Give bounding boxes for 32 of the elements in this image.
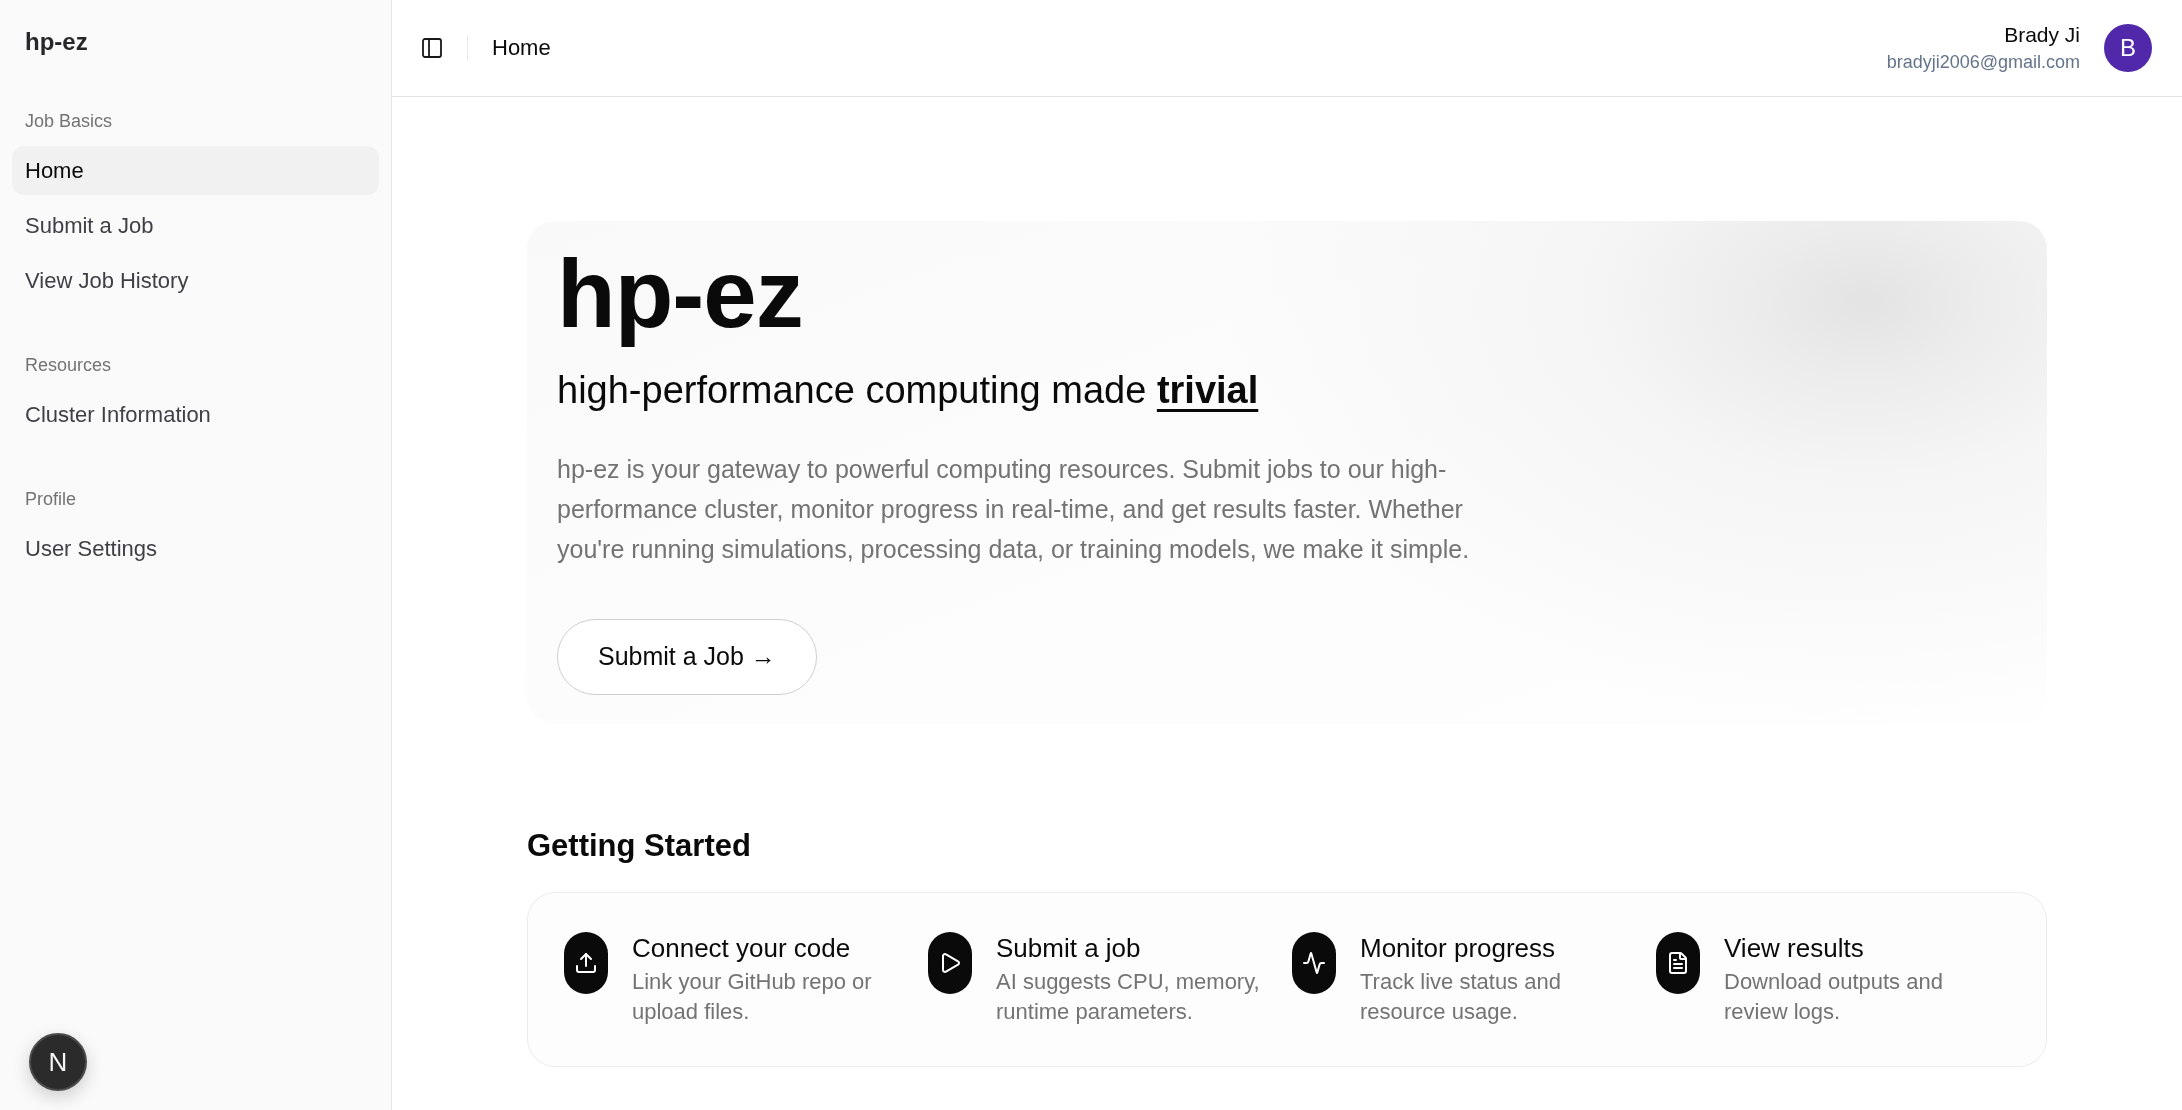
sidebar-toggle-button[interactable] bbox=[420, 36, 444, 60]
sidebar-group-label: Profile bbox=[24, 488, 77, 511]
pulse-line-icon bbox=[1292, 931, 1336, 994]
app-logo: hp-ez bbox=[24, 27, 88, 57]
submit-job-button[interactable]: Submit a Job → bbox=[557, 618, 817, 695]
step-title: View results bbox=[1724, 931, 1864, 964]
step-title: Monitor progress bbox=[1360, 931, 1556, 964]
user-name: Brady Ji bbox=[2004, 23, 2080, 47]
breadcrumb-page: Home bbox=[492, 35, 551, 61]
document-icon bbox=[1656, 931, 1700, 994]
avatar[interactable]: B bbox=[2104, 24, 2152, 72]
hero-title: hp-ez bbox=[557, 241, 803, 347]
user-email: bradyji2006@gmail.com bbox=[1886, 51, 2080, 73]
sidebar-item[interactable]: View Job History bbox=[12, 256, 379, 305]
step-title: Submit a job bbox=[996, 931, 1141, 964]
step-description: Link your GitHub repo or upload files. bbox=[632, 967, 873, 1026]
sidebar-item[interactable]: Cluster Information bbox=[12, 390, 379, 439]
sidebar-item[interactable]: Home bbox=[12, 146, 379, 195]
hero-description: hp-ez is your gateway to powerful computing resources. Submit jobs to our high-performance cluster, monitor progress in real-time, and get results faster. Whether you're running simulations, processing data, or training models, we make it simple. bbox=[557, 453, 1471, 565]
panel-icon bbox=[420, 36, 444, 60]
step-description: AI suggests CPU, memory, runtime parameters. bbox=[996, 967, 1261, 1026]
step-description: Track live status and resource usage. bbox=[1360, 967, 1562, 1026]
sidebar-group-label: Job Basics bbox=[24, 110, 113, 133]
hero-tagline: high-performance computing made trivial bbox=[557, 367, 1259, 413]
upload-icon bbox=[564, 931, 608, 994]
step-description: Download outputs and review logs. bbox=[1724, 967, 1944, 1026]
sidebar-item[interactable]: User Settings bbox=[12, 524, 379, 573]
step-title: Connect your code bbox=[632, 931, 851, 964]
section-heading: Getting Started bbox=[527, 827, 751, 864]
sidebar-group-label: Resources bbox=[24, 354, 112, 377]
play-icon bbox=[928, 931, 972, 994]
sidebar-item[interactable]: Submit a Job bbox=[12, 201, 379, 250]
